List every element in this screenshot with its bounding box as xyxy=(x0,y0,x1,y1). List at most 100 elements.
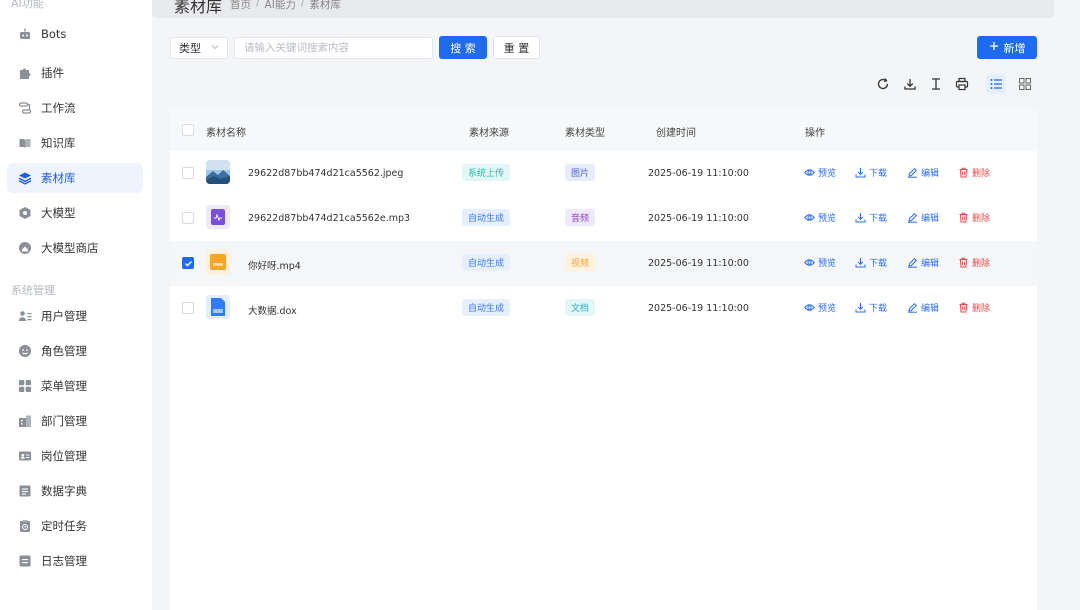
row-checkbox[interactable] xyxy=(182,257,194,269)
type-select[interactable]: 类型 xyxy=(170,37,228,59)
column-header-source: 素材来源 xyxy=(469,128,509,139)
model-icon xyxy=(18,206,32,220)
edit-button[interactable]: 编辑 xyxy=(907,256,939,269)
sidebar-item-scheduled-tasks[interactable]: 定时任务 xyxy=(7,511,143,541)
row-checkbox[interactable] xyxy=(182,167,194,179)
grid-view-icon[interactable] xyxy=(1017,76,1033,92)
clock-task-icon xyxy=(18,519,32,533)
sidebar-item-workflow[interactable]: 工作流 xyxy=(7,93,143,123)
delete-button[interactable]: 删除 xyxy=(958,256,990,269)
add-button[interactable]: 新增 xyxy=(977,36,1037,59)
sidebar-item-logs[interactable]: 日志管理 xyxy=(7,546,143,576)
delete-button[interactable]: 删除 xyxy=(958,211,990,224)
sidebar-item-label: 知识库 xyxy=(41,136,76,150)
breadcrumb-separator: / xyxy=(256,0,260,9)
sidebar-item-label: 日志管理 xyxy=(41,554,87,568)
sidebar-item-model-store[interactable]: 大模型商店 xyxy=(7,233,143,263)
breadcrumb-ai[interactable]: AI能力 xyxy=(265,0,296,12)
preview-button[interactable]: 预览 xyxy=(804,301,836,314)
edit-button[interactable]: 编辑 xyxy=(907,166,939,179)
delete-button[interactable]: 删除 xyxy=(958,166,990,179)
sidebar-item-label: 素材库 xyxy=(41,171,76,185)
file-name: 你好呀.mp4 xyxy=(248,261,301,272)
sidebar-item-label: 定时任务 xyxy=(41,519,87,533)
sidebar-item-knowledge[interactable]: 知识库 xyxy=(7,128,143,158)
type-badge: 视频 xyxy=(565,254,596,271)
breadcrumb-home[interactable]: 首页 xyxy=(230,0,251,12)
sidebar-item-plugins[interactable]: 插件 xyxy=(7,58,143,88)
reset-button[interactable]: 重 置 xyxy=(493,36,540,59)
column-header-created: 创建时间 xyxy=(656,128,696,139)
user-list-icon xyxy=(18,309,32,323)
sidebar-item-label: 大模型商店 xyxy=(41,241,99,255)
sidebar-item-menus[interactable]: 菜单管理 xyxy=(7,371,143,401)
column-header-type: 素材类型 xyxy=(565,128,605,139)
edit-button[interactable]: 编辑 xyxy=(907,211,939,224)
building-icon xyxy=(18,414,32,428)
column-header-actions: 操作 xyxy=(805,128,825,139)
table-row: 你好呀.mp4 自动生成 视频 2025-06-19 11:10:00 预览 下… xyxy=(170,241,1037,286)
dictionary-icon xyxy=(18,484,32,498)
sidebar-item-dictionary[interactable]: 数据字典 xyxy=(7,476,143,506)
sidebar-item-roles[interactable]: 角色管理 xyxy=(7,336,143,366)
book-icon xyxy=(18,136,32,150)
sidebar-item-bots[interactable]: Bots xyxy=(7,19,143,49)
download-button[interactable]: 下载 xyxy=(855,211,887,224)
log-icon xyxy=(18,554,32,568)
edit-label: 编辑 xyxy=(921,214,940,224)
workflow-icon xyxy=(18,101,32,115)
row-checkbox[interactable] xyxy=(182,212,194,224)
created-time: 2025-06-19 11:10:00 xyxy=(648,168,749,179)
file-name: 29622d87bb474d21ca5562.jpeg xyxy=(248,168,404,179)
download-icon[interactable] xyxy=(902,76,918,92)
refresh-icon[interactable] xyxy=(875,76,891,92)
search-button[interactable]: 搜 索 xyxy=(439,36,487,59)
preview-button[interactable]: 预览 xyxy=(804,256,836,269)
source-badge: 自动生成 xyxy=(462,299,511,316)
image-thumbnail-icon xyxy=(206,160,230,184)
robot-icon xyxy=(18,27,32,41)
document-file-icon xyxy=(206,295,230,319)
sidebar-item-positions[interactable]: 岗位管理 xyxy=(7,441,143,471)
download-button[interactable]: 下载 xyxy=(855,166,887,179)
preview-button[interactable]: 预览 xyxy=(804,211,836,224)
sidebar-group-ai: AI功能 xyxy=(11,0,44,10)
breadcrumb-separator: / xyxy=(300,0,305,9)
video-file-icon xyxy=(206,250,230,274)
page-header: 素材库 首页 / AI能力 / 素材库 xyxy=(152,0,1054,18)
preview-button[interactable]: 预览 xyxy=(804,166,836,179)
delete-button[interactable]: 删除 xyxy=(958,301,990,314)
audio-file-icon xyxy=(206,205,230,229)
sidebar-item-users[interactable]: 用户管理 xyxy=(7,301,143,331)
table-row: 29622d87bb474d21ca5562e.mp3 自动生成 音频 2025… xyxy=(170,196,1037,241)
file-name: 29622d87bb474d21ca5562e.mp3 xyxy=(248,213,411,224)
sidebar-item-models[interactable]: 大模型 xyxy=(7,198,143,228)
edit-button[interactable]: 编辑 xyxy=(907,301,939,314)
delete-label: 删除 xyxy=(972,169,991,179)
download-button[interactable]: 下载 xyxy=(855,256,887,269)
id-card-icon xyxy=(18,449,32,463)
role-icon xyxy=(18,344,32,358)
row-checkbox[interactable] xyxy=(182,302,194,314)
type-badge: 音频 xyxy=(565,209,596,226)
print-icon[interactable] xyxy=(954,76,970,92)
list-view-icon[interactable] xyxy=(986,74,1006,94)
sidebar-item-label: 用户管理 xyxy=(41,309,87,323)
type-badge: 图片 xyxy=(565,164,596,181)
search-input[interactable] xyxy=(234,37,433,59)
sidebar-item-label: Bots xyxy=(41,27,67,41)
column-header-name: 素材名称 xyxy=(206,128,246,139)
download-button[interactable]: 下载 xyxy=(855,301,887,314)
sidebar-item-departments[interactable]: 部门管理 xyxy=(7,406,143,436)
download-label: 下载 xyxy=(869,259,888,269)
download-label: 下载 xyxy=(869,304,888,314)
source-badge: 自动生成 xyxy=(462,209,511,226)
sidebar-item-label: 角色管理 xyxy=(41,344,87,358)
chevron-down-icon xyxy=(210,42,220,55)
select-all-checkbox[interactable] xyxy=(182,124,194,136)
add-button-label: 新增 xyxy=(1003,41,1026,55)
created-time: 2025-06-19 11:10:00 xyxy=(648,258,749,269)
column-height-icon[interactable] xyxy=(928,76,944,92)
preview-label: 预览 xyxy=(818,214,837,224)
sidebar-item-materials[interactable]: 素材库 xyxy=(7,163,143,193)
